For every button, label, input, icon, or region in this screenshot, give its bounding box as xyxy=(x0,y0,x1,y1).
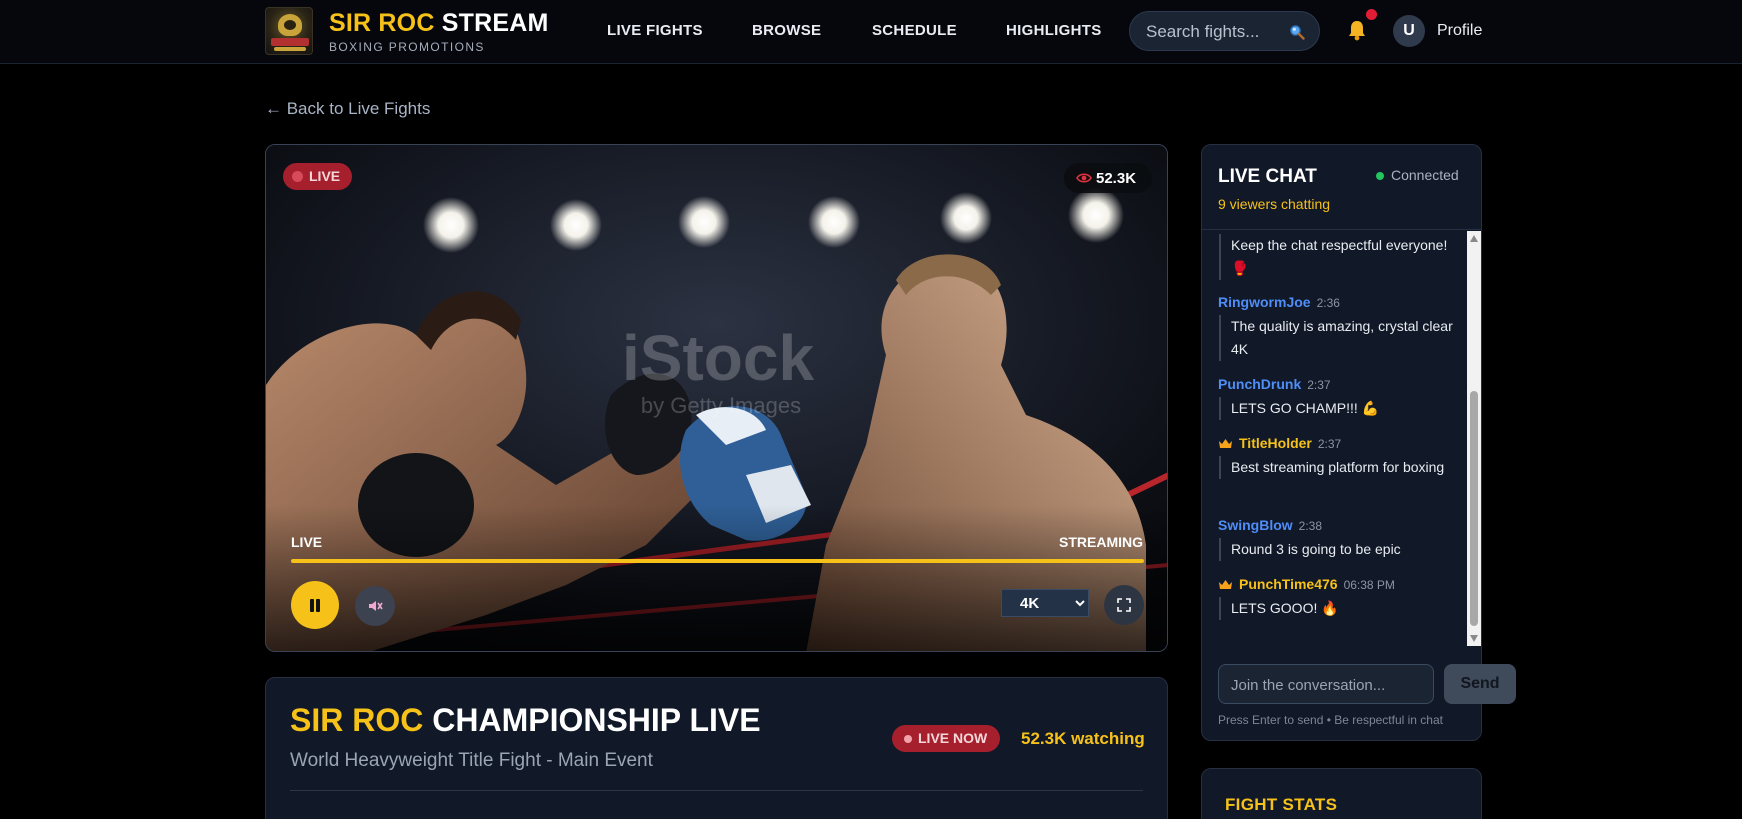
chat-message-text: Keep the chat respectful everyone! 🥊 xyxy=(1219,234,1455,280)
pause-button[interactable] xyxy=(291,581,339,629)
search-icon[interactable] xyxy=(1289,24,1305,40)
watching-count: 52.3K watching xyxy=(1021,729,1145,748)
fight-stats-title: FIGHT STATS xyxy=(1225,795,1338,814)
live-badge: LIVE xyxy=(283,163,353,190)
nav-schedule[interactable]: SCHEDULE xyxy=(872,22,957,39)
scroll-down-arrow-icon[interactable] xyxy=(1470,635,1478,642)
chat-message-header: SwingBlow 2:38 xyxy=(1218,517,1322,533)
online-status-dot xyxy=(1376,172,1384,180)
scrollbar-thumb[interactable] xyxy=(1470,391,1478,626)
profile-link[interactable]: Profile xyxy=(1437,22,1482,40)
fullscreen-icon xyxy=(1117,598,1131,612)
nav-live-fights[interactable]: LIVE FIGHTS xyxy=(607,22,703,39)
divider xyxy=(290,790,1143,791)
brand-subtitle: BOXING PROMOTIONS xyxy=(329,40,485,54)
chat-timestamp: 2:37 xyxy=(1317,437,1342,451)
search-box xyxy=(1129,11,1320,51)
chatting-count: 9 viewers chatting xyxy=(1218,196,1331,212)
crown-icon xyxy=(1219,439,1232,448)
video-player[interactable]: iStock by Getty Images LIVE 52.3K LIVE S… xyxy=(265,144,1168,652)
connection-status: Connected xyxy=(1391,167,1459,183)
chat-username[interactable]: PunchTime476 xyxy=(1239,576,1338,592)
chat-message-list[interactable]: Keep the chat respectful everyone! 🥊 Rin… xyxy=(1202,231,1467,646)
chat-message-text: LETS GOOO! 🔥 xyxy=(1219,597,1455,620)
top-navbar: SIR ROC STREAM BOXING PROMOTIONS LIVE FI… xyxy=(0,0,1742,64)
chat-timestamp: 2:37 xyxy=(1307,378,1331,392)
watermark-text: iStock xyxy=(622,322,814,394)
event-info-card: SIR ROC CHAMPIONSHIP LIVE World Heavywei… xyxy=(265,677,1168,819)
fight-video-frame: iStock by Getty Images xyxy=(266,145,1167,651)
event-title: SIR ROC CHAMPIONSHIP LIVE xyxy=(290,702,761,738)
player-live-label: LIVE xyxy=(291,534,323,550)
chat-header: LIVE CHAT Connected 9 viewers chatting xyxy=(1202,145,1481,230)
player-streaming-label: STREAMING xyxy=(1059,534,1143,550)
bell-icon[interactable] xyxy=(1347,19,1367,41)
scroll-up-arrow-icon[interactable] xyxy=(1470,235,1478,242)
progress-bar[interactable] xyxy=(291,559,1144,563)
chat-message-header: PunchTime476 06:38 PM xyxy=(1218,576,1395,592)
quality-select[interactable]: 4K xyxy=(1001,589,1089,617)
chat-message-text: Best streaming platform for boxing xyxy=(1219,456,1455,479)
viewer-count-badge: 52.3K xyxy=(1064,163,1152,193)
search-input[interactable] xyxy=(1146,21,1286,43)
avatar[interactable]: U xyxy=(1393,15,1425,47)
chat-timestamp: 06:38 PM xyxy=(1343,578,1395,592)
fullscreen-button[interactable] xyxy=(1104,585,1144,625)
chat-username[interactable]: TitleHolder xyxy=(1239,435,1312,451)
event-subtitle: World Heavyweight Title Fight - Main Eve… xyxy=(290,750,653,771)
chat-timestamp: 2:38 xyxy=(1298,519,1323,533)
back-link[interactable]: ← Back to Live Fights xyxy=(265,99,430,119)
chat-scrollbar[interactable] xyxy=(1467,231,1481,646)
notification-dot xyxy=(1366,9,1377,20)
fight-stats-panel: FIGHT STATS xyxy=(1201,768,1482,819)
chat-message-text: The quality is amazing, crystal clear 4K xyxy=(1219,315,1455,361)
nav-highlights[interactable]: HIGHLIGHTS xyxy=(1006,22,1102,39)
chat-username[interactable]: PunchDrunk xyxy=(1218,376,1301,392)
chat-title: LIVE CHAT xyxy=(1218,166,1317,187)
chat-input[interactable] xyxy=(1231,675,1421,695)
send-button[interactable]: Send xyxy=(1444,664,1516,704)
chat-message-header: RingwormJoe 2:36 xyxy=(1218,294,1340,310)
chat-username[interactable]: RingwormJoe xyxy=(1218,294,1311,310)
progress-fill xyxy=(291,559,1144,563)
live-now-badge: LIVE NOW xyxy=(892,725,1001,752)
eye-icon xyxy=(1076,173,1092,183)
nav-browse[interactable]: BROWSE xyxy=(752,22,821,39)
live-chat-panel: LIVE CHAT Connected 9 viewers chatting K… xyxy=(1201,144,1516,741)
chat-hint: Press Enter to send • Be respectful in c… xyxy=(1218,713,1443,727)
brand-title[interactable]: SIR ROC STREAM xyxy=(329,9,549,38)
mute-button[interactable] xyxy=(355,586,395,626)
chat-timestamp: 2:36 xyxy=(1316,296,1340,310)
brand-logo[interactable] xyxy=(265,7,313,55)
watermark-subtext: by Getty Images xyxy=(641,393,801,418)
viewer-count: 52.3K xyxy=(1096,170,1137,187)
chat-username[interactable]: SwingBlow xyxy=(1218,517,1293,533)
chat-message-text: LETS GO CHAMP!!! 💪 xyxy=(1219,397,1455,420)
chat-message-text: Round 3 is going to be epic xyxy=(1219,538,1455,561)
lion-crest-icon xyxy=(278,14,302,36)
chat-message-header: PunchDrunk 2:37 xyxy=(1218,376,1331,392)
chat-message-header: TitleHolder 2:37 xyxy=(1218,435,1341,451)
chat-input-box xyxy=(1218,664,1434,704)
crown-icon xyxy=(1219,580,1232,589)
muted-speaker-icon xyxy=(369,601,383,611)
